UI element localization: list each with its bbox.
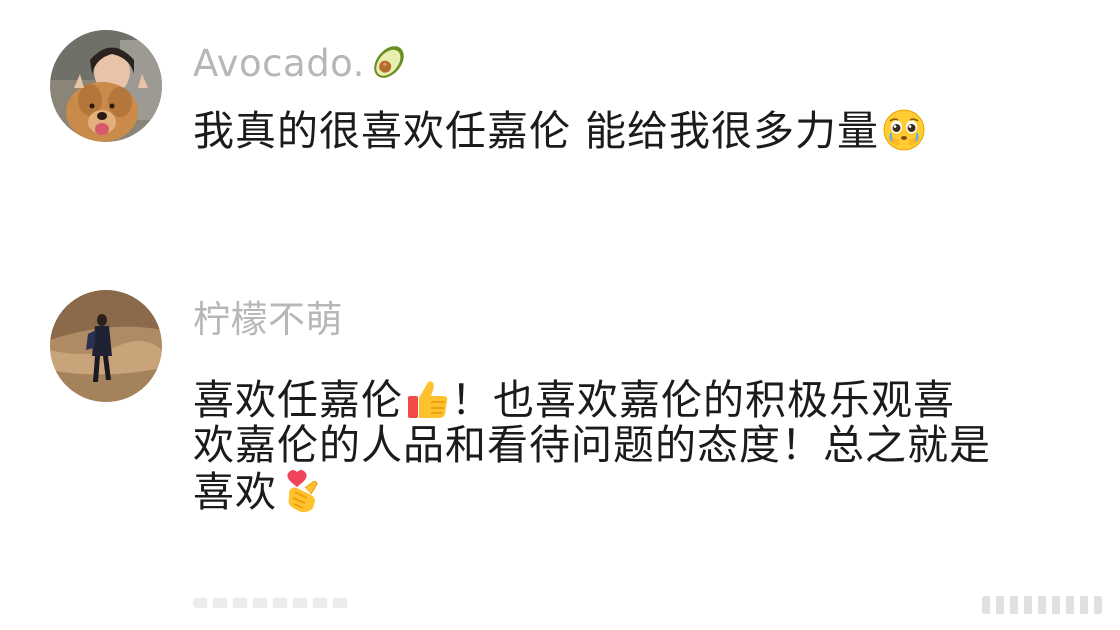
- comment-text-segment: ！也喜欢嘉伦的积极乐观喜: [451, 376, 955, 424]
- thumbs-up-emoji-icon: [405, 376, 451, 422]
- comment-text: 我真的很喜欢任嘉伦 能给我很多力量: [193, 107, 1083, 155]
- comment-text: 喜欢任嘉伦 ！也喜欢嘉伦的积极乐观喜 欢嘉伦的人品和看待问题的态度！总之就是 喜…: [193, 376, 1083, 516]
- comment-text-line: 喜欢: [193, 468, 1083, 516]
- comment-text-line: 欢嘉伦的人品和看待问题的态度！总之就是: [193, 421, 991, 469]
- avatar[interactable]: [50, 290, 162, 402]
- avatar-photo-hiker-icon: [50, 290, 162, 402]
- avatar[interactable]: [50, 30, 162, 142]
- username-text: 柠檬不萌: [193, 298, 343, 341]
- finger-heart-emoji-icon: [279, 468, 325, 514]
- next-comment-cutoff: [193, 598, 353, 608]
- pleading-face-emoji-icon: [881, 107, 927, 153]
- comment-text-line: 喜欢任嘉伦 ！也喜欢嘉伦的积极乐观喜: [193, 376, 1083, 424]
- username[interactable]: 柠檬不萌: [193, 298, 343, 342]
- comment-text-segment: 喜欢: [193, 468, 277, 516]
- comment-text-line: 我真的很喜欢任嘉伦 能给我很多力量: [193, 107, 880, 155]
- username[interactable]: Avocado.: [193, 40, 411, 86]
- avocado-icon: [367, 40, 411, 84]
- comment-text-segment: 喜欢任嘉伦: [193, 376, 403, 424]
- username-text: Avocado.: [193, 42, 365, 85]
- avatar-photo-dog-icon: [50, 30, 162, 142]
- watermark: [982, 596, 1102, 614]
